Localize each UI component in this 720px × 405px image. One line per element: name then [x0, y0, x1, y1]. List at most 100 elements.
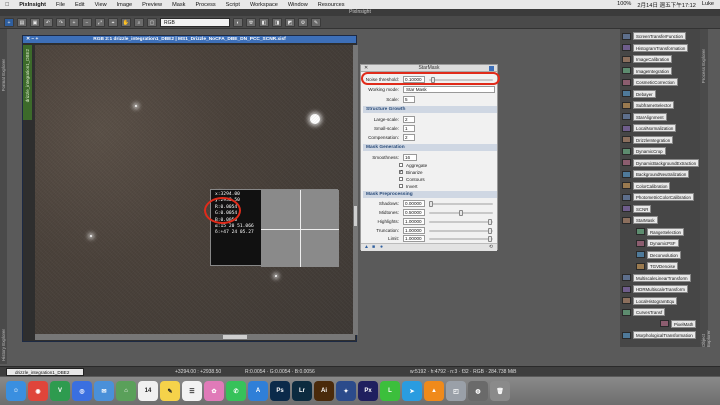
highlights-slider[interactable] — [429, 219, 493, 225]
highlights-input[interactable]: 1.00000 — [403, 218, 425, 225]
process-item[interactable]: HDRMultiscaleTransform — [622, 285, 688, 293]
reset-icon[interactable]: ⟲ — [489, 244, 493, 250]
process-item[interactable]: LocalNormalization — [622, 124, 677, 132]
dock-calendar-icon[interactable]: 14 — [138, 381, 158, 401]
dock-finder-icon[interactable]: ☺ — [6, 381, 26, 401]
dock-photoshop-icon[interactable]: Ps — [270, 381, 290, 401]
dock-mail-icon[interactable]: ✉ — [94, 381, 114, 401]
dock-notes-icon[interactable]: ✎ — [160, 381, 180, 401]
slider-knob[interactable] — [488, 219, 492, 225]
truncation-input[interactable]: 1.00000 — [403, 227, 425, 234]
midtones-slider[interactable] — [429, 210, 493, 216]
channel-select[interactable]: RGB — [160, 17, 230, 27]
image-window-titlebar[interactable]: ✕ − + RGB 2:1 drizzle_integration1_DBE2 … — [23, 36, 356, 43]
history-explorer-tab[interactable]: History Explorer — [1, 329, 6, 361]
starmask-titlebar[interactable]: ✕ StarMask — [361, 65, 497, 72]
expand-icon[interactable] — [489, 66, 494, 71]
new-image-icon[interactable]: + — [4, 17, 14, 27]
user-name[interactable]: Luke — [702, 1, 714, 9]
dock-chrome-icon[interactable]: ◉ — [28, 381, 48, 401]
process-item[interactable]: TGVDenoise — [636, 262, 679, 270]
menu-process[interactable]: Process — [190, 2, 220, 8]
new-instance-icon[interactable]: ▲ — [364, 244, 369, 250]
invert-checkbox[interactable] — [399, 184, 403, 188]
menu-workspace[interactable]: Workspace — [245, 2, 283, 8]
slider-knob[interactable] — [459, 210, 463, 216]
save-icon[interactable]: ▣ — [30, 17, 40, 27]
dock-maps-icon[interactable]: ⌂ — [116, 381, 136, 401]
slider-knob[interactable] — [429, 201, 433, 207]
process-item[interactable]: Deconvolution — [636, 250, 681, 259]
dock-lightroom-icon[interactable]: Lr — [292, 381, 312, 401]
menu-file[interactable]: File — [51, 2, 70, 8]
dock-trash-icon[interactable]: 🗑 — [490, 381, 510, 401]
menu-window[interactable]: Window — [283, 2, 313, 8]
process-item[interactable]: PixelMath — [660, 319, 697, 328]
vertical-scroll-thumb[interactable] — [354, 206, 357, 226]
close-icon[interactable]: ✕ — [364, 65, 368, 72]
shadows-input[interactable]: 0.00000 — [403, 200, 425, 207]
process-item[interactable]: ScreenTransferFunction — [622, 32, 686, 40]
dock-illustrator-icon[interactable]: Ai — [314, 381, 334, 401]
script-icon[interactable]: ✎ — [311, 17, 321, 27]
dock-reminders-icon[interactable]: ☰ — [182, 381, 202, 401]
compensation-spinbox[interactable]: 2 — [403, 134, 415, 141]
dock-pixel-icon[interactable]: ✦ — [336, 381, 356, 401]
large-scale-spinbox[interactable]: 2 — [403, 116, 415, 123]
fit-view-icon[interactable]: ⤢ — [95, 17, 105, 27]
format-explorer-tab[interactable]: Format Explorer — [1, 59, 6, 91]
process-item[interactable]: CosmeticCorrection — [622, 78, 678, 86]
process-item[interactable]: SubframeSelector — [622, 101, 675, 109]
midtones-input[interactable]: 0.50000 — [403, 209, 425, 216]
apply-global-icon[interactable]: ● — [380, 244, 383, 250]
working-mode-select[interactable]: Star Mask — [403, 86, 495, 93]
dock-preview-icon[interactable]: ◰ — [446, 381, 466, 401]
clock[interactable]: 2月14日 週五下午17:12 — [637, 1, 695, 9]
dock-vlc-icon[interactable]: ▲ — [424, 381, 444, 401]
menu-mask[interactable]: Mask — [167, 2, 190, 8]
process-item[interactable]: LocalHistogramEqu — [622, 296, 678, 305]
invert-mask-icon[interactable]: ◩ — [285, 17, 295, 27]
pan-mode-icon[interactable]: ✋ — [121, 17, 131, 27]
horizontal-scroll-thumb[interactable] — [223, 335, 247, 339]
process-item[interactable]: DrizzleIntegration — [622, 135, 674, 144]
dock-line-icon[interactable]: L — [380, 381, 400, 401]
process-item[interactable]: MultiscaleLinearTransform — [622, 273, 691, 282]
dock-messages-icon[interactable]: ✆ — [226, 381, 246, 401]
menu-image[interactable]: Image — [112, 2, 138, 8]
apple-menu-icon[interactable]:  — [0, 2, 14, 8]
mask-icon[interactable]: ◧ — [259, 17, 269, 27]
object-explorer-tab[interactable]: Object Explorer — [701, 319, 711, 347]
process-item[interactable]: BackgroundNeutralization — [622, 170, 690, 178]
menu-preview[interactable]: Preview — [137, 2, 167, 8]
aggregate-checkbox[interactable] — [399, 163, 403, 167]
zoom-mode-icon[interactable]: ⌕ — [134, 17, 144, 27]
process-item[interactable]: DynamicCrop — [622, 147, 666, 155]
process-item[interactable]: Debayer — [622, 89, 656, 98]
stf-icon[interactable]: ◐ — [233, 17, 243, 27]
dock-disk-icon[interactable]: ◍ — [468, 381, 488, 401]
process-item[interactable]: StarAlignment — [622, 112, 667, 121]
menu-edit[interactable]: Edit — [70, 2, 90, 8]
slider-knob[interactable] — [488, 236, 492, 242]
undo-icon[interactable]: ↶ — [43, 17, 53, 27]
dock-pixinsight-icon[interactable]: Px — [358, 381, 378, 401]
zoom-in-icon[interactable]: + — [69, 17, 79, 27]
window-controls-icon[interactable]: ✕ − + — [26, 36, 38, 43]
dock-telegram-icon[interactable]: ➤ — [402, 381, 422, 401]
limit-slider[interactable] — [429, 236, 493, 242]
image-side-tab[interactable]: drizzle_integration1_DBE2 — [23, 45, 32, 120]
process-item[interactable]: DynamicBackgroundExtraction — [622, 158, 700, 167]
binarize-checkbox[interactable] — [399, 169, 403, 175]
menu-app[interactable]: PixInsight — [14, 2, 51, 8]
process-item[interactable]: CurvesTransf — [622, 308, 666, 316]
menu-view[interactable]: View — [90, 2, 112, 8]
readout-mode-icon[interactable]: ⌖ — [108, 17, 118, 27]
process-item[interactable]: PhotometricColorCalibration — [622, 193, 694, 201]
open-icon[interactable]: ▤ — [17, 17, 27, 27]
section-structure-growth[interactable]: Structure Growth — [363, 106, 497, 113]
contours-checkbox[interactable] — [399, 177, 403, 181]
section-mask-generation[interactable]: Mask Generation — [363, 144, 497, 151]
stf-auto-icon[interactable]: ☢ — [246, 17, 256, 27]
small-scale-spinbox[interactable]: 1 — [403, 125, 415, 132]
